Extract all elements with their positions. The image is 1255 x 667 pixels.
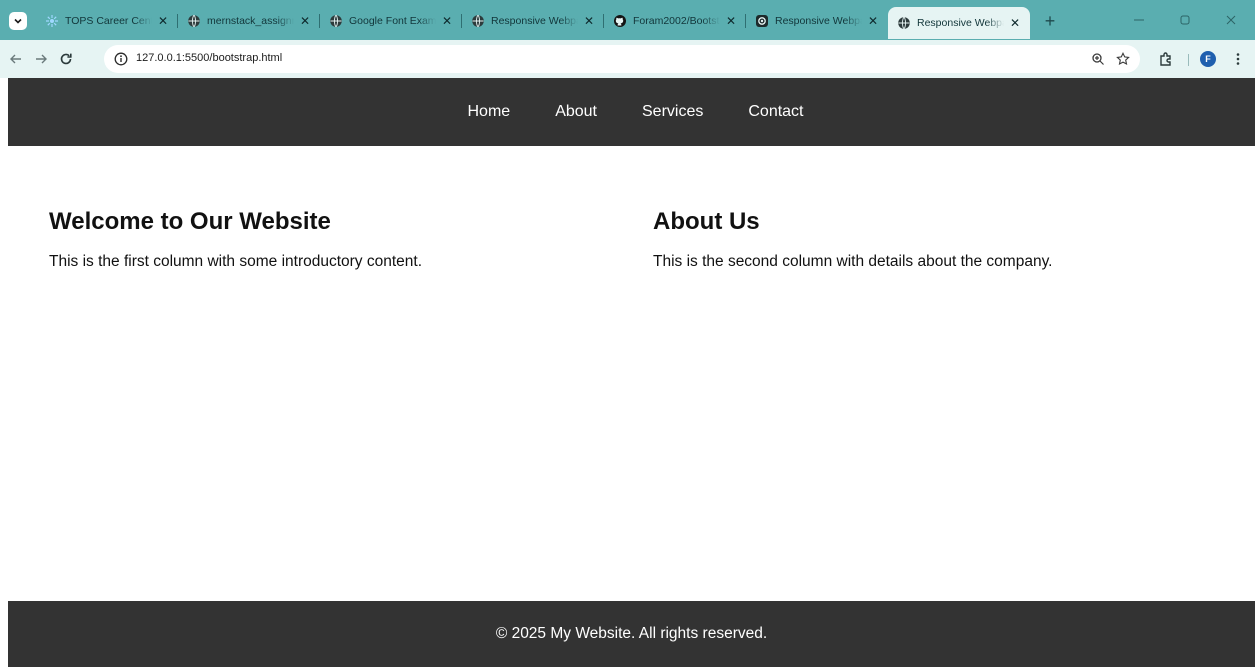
reload-icon	[60, 53, 72, 65]
minimize-icon	[1134, 19, 1144, 21]
browser-menu-button[interactable]	[1228, 49, 1248, 69]
footer-copyright: © 2025 My Website. All rights reserved.	[495, 625, 768, 642]
chevron-down-icon	[14, 18, 22, 24]
liveserver-icon	[755, 14, 769, 28]
tab-title: Google Font Example	[349, 15, 436, 27]
tab-close-icon[interactable]: ✕	[298, 14, 312, 28]
reload-button[interactable]	[56, 49, 76, 69]
nav-link-home[interactable]: Home	[468, 103, 511, 120]
column-text: This is the first column with some intro…	[49, 253, 423, 270]
tab-close-icon[interactable]: ✕	[1008, 16, 1022, 30]
tab-title: Responsive Webpage	[491, 15, 578, 27]
browser-tab-strip: TOPS Career Center - ✕ mernstack_assignm…	[0, 0, 1255, 40]
tab-close-icon[interactable]: ✕	[156, 14, 170, 28]
tab-close-icon[interactable]: ✕	[440, 14, 454, 28]
page-viewport: Home About Services Contact Welcome to O…	[8, 78, 1255, 667]
close-icon	[1226, 15, 1236, 25]
tab-close-icon[interactable]: ✕	[724, 14, 738, 28]
column-heading: About Us	[653, 208, 760, 235]
zoom-icon[interactable]	[1089, 50, 1107, 68]
column-about: About Us This is the second column with …	[612, 206, 1216, 272]
browser-tab[interactable]: Responsive Webpage ✕	[746, 7, 888, 35]
new-tab-button[interactable]: +	[1036, 7, 1064, 35]
plus-icon: +	[1044, 10, 1056, 31]
tab-title: Responsive Webpage	[917, 17, 1004, 29]
browser-tab[interactable]: Foram2002/Bootstrap ✕	[604, 7, 746, 35]
arrow-left-icon	[10, 54, 21, 64]
github-icon	[613, 14, 627, 28]
tab-list: TOPS Career Center - ✕ mernstack_assignm…	[36, 7, 1064, 39]
address-bar[interactable]: 127.0.0.1:5500/bootstrap.html	[104, 45, 1140, 73]
tab-close-icon[interactable]: ✕	[582, 14, 596, 28]
tab-title: mernstack_assignment	[207, 15, 294, 27]
site-footer: © 2025 My Website. All rights reserved.	[8, 601, 1255, 667]
browser-toolbar: 127.0.0.1:5500/bootstrap.html F	[0, 40, 1255, 78]
browser-tab[interactable]: mernstack_assignment ✕	[178, 7, 320, 35]
column-text: This is the second column with details a…	[653, 253, 1053, 270]
forward-button[interactable]	[31, 49, 51, 69]
close-window-button[interactable]	[1208, 0, 1254, 40]
content-row: Welcome to Our Website This is the first…	[8, 206, 1255, 272]
tab-title: Foram2002/Bootstrap	[633, 15, 720, 27]
nav-link-contact[interactable]: Contact	[748, 103, 803, 120]
maximize-icon	[1180, 15, 1190, 25]
url-text[interactable]: 127.0.0.1:5500/bootstrap.html	[136, 52, 282, 64]
profile-avatar[interactable]: F	[1200, 51, 1216, 67]
nav-link-services[interactable]: Services	[642, 103, 703, 120]
globe-icon	[471, 14, 485, 28]
browser-tab[interactable]: Google Font Example ✕	[320, 7, 462, 35]
nav-list: Home About Services Contact	[445, 103, 826, 121]
tab-search-button[interactable]	[9, 12, 27, 30]
more-vertical-icon	[1236, 53, 1240, 65]
globe-icon	[897, 16, 911, 30]
browser-tab[interactable]: TOPS Career Center - ✕	[36, 7, 178, 35]
maximize-button[interactable]	[1162, 0, 1208, 40]
tab-title: TOPS Career Center -	[65, 15, 152, 27]
profile-initial: F	[1205, 54, 1211, 64]
column-heading: Welcome to Our Website	[49, 208, 331, 235]
site-navbar: Home About Services Contact	[8, 78, 1255, 146]
tops-favicon-icon	[45, 14, 59, 28]
puzzle-icon	[1160, 52, 1171, 66]
minimize-button[interactable]	[1116, 0, 1162, 40]
site-info-icon[interactable]	[112, 50, 130, 68]
extensions-button[interactable]	[1156, 49, 1176, 69]
arrow-right-icon	[36, 54, 47, 64]
browser-tab[interactable]: Responsive Webpage ✕	[462, 7, 604, 35]
star-icon[interactable]	[1114, 50, 1132, 68]
tab-title: Responsive Webpage	[775, 15, 862, 27]
nav-link-about[interactable]: About	[555, 103, 597, 120]
browser-tab-active[interactable]: Responsive Webpage ✕	[888, 7, 1030, 39]
globe-icon	[187, 14, 201, 28]
column-welcome: Welcome to Our Website This is the first…	[8, 206, 612, 272]
tab-close-icon[interactable]: ✕	[866, 14, 880, 28]
back-button[interactable]	[6, 49, 26, 69]
globe-icon	[329, 14, 343, 28]
